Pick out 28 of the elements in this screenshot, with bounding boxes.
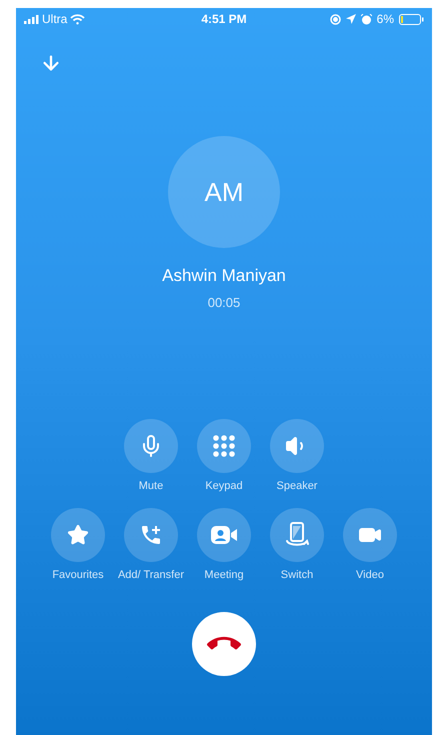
button-label: Speaker bbox=[276, 479, 318, 494]
button-label: Keypad bbox=[204, 479, 244, 494]
speaker-button[interactable] bbox=[270, 419, 324, 473]
carrier-name: Ultra bbox=[42, 12, 68, 26]
button-label: Meeting bbox=[203, 568, 245, 583]
caller-name: Ashwin Maniyan bbox=[162, 266, 286, 286]
button-label: Mute bbox=[138, 479, 164, 494]
keypad-button[interactable] bbox=[197, 419, 251, 473]
signal-icon bbox=[24, 14, 39, 24]
call-duration: 00:05 bbox=[208, 295, 240, 310]
video-person-icon bbox=[210, 524, 238, 546]
location-icon bbox=[346, 14, 356, 24]
alarm-icon bbox=[360, 14, 372, 24]
clock-time: 4:51 PM bbox=[201, 12, 247, 26]
switch-button[interactable] bbox=[270, 508, 324, 562]
battery-percent: 6% bbox=[376, 12, 394, 26]
phone-plus-icon bbox=[139, 523, 163, 547]
button-label: Video bbox=[355, 568, 385, 583]
wifi-icon bbox=[70, 14, 86, 24]
battery-icon bbox=[399, 14, 424, 24]
caller-avatar: AM bbox=[168, 136, 280, 248]
star-icon bbox=[67, 524, 89, 546]
keypad-icon bbox=[212, 434, 236, 458]
meeting-button[interactable] bbox=[197, 508, 251, 562]
button-label: Favourites bbox=[51, 568, 105, 583]
lock-rotation-icon bbox=[330, 14, 341, 24]
button-label: Add/ Transfer bbox=[116, 568, 186, 583]
button-label: Switch bbox=[280, 568, 314, 583]
